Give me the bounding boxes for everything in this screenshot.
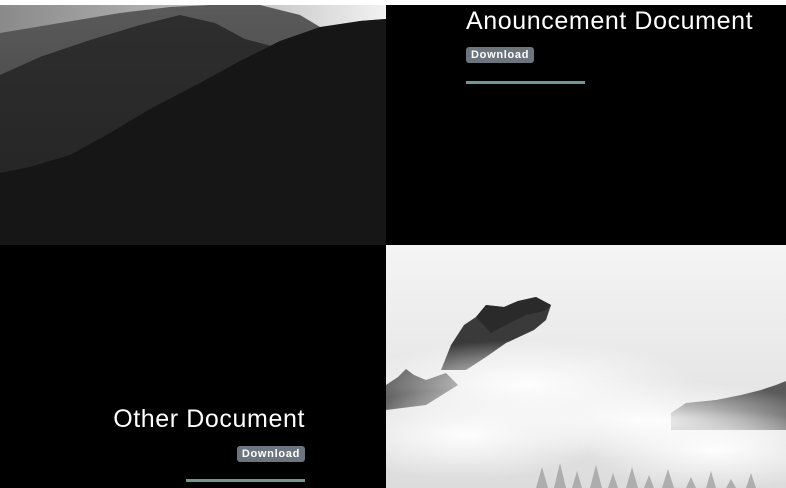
announcement-document-title: Anouncement Document: [466, 7, 754, 35]
other-document-panel: Other Document Download: [0, 245, 386, 488]
announcement-accent-divider: [466, 81, 585, 84]
other-download-button[interactable]: Download: [236, 446, 305, 462]
announcement-document-panel: Anouncement Document Download: [386, 5, 786, 245]
misty-peak-image-panel: [386, 245, 786, 488]
other-accent-divider: [186, 479, 305, 482]
dark-mountain-ridge-photo: [0, 5, 386, 245]
announcement-download-button[interactable]: Download: [466, 47, 535, 63]
mountain-ridge-image-panel: [0, 5, 386, 245]
other-document-title: Other Document: [113, 405, 305, 433]
document-grid: Anouncement Document Download Other Docu…: [0, 5, 786, 488]
misty-mountain-peak-photo: [386, 245, 786, 488]
